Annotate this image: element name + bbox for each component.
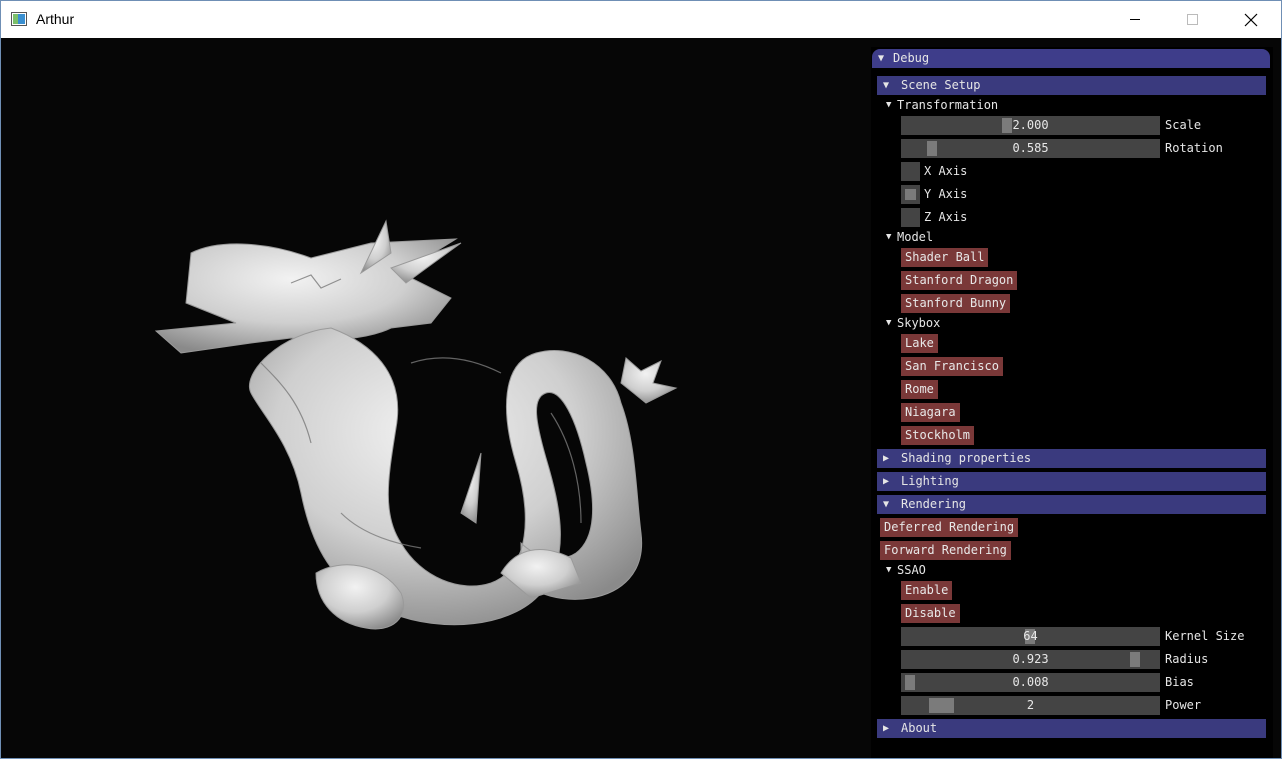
minimize-icon — [1130, 19, 1140, 20]
debug-panel-title[interactable]: ▼ Debug — [872, 49, 1270, 68]
ssao-disable-button[interactable]: Disable — [901, 604, 960, 623]
z-axis-label: Z Axis — [924, 210, 968, 224]
radius-label: Radius — [1165, 652, 1209, 666]
maximize-button[interactable] — [1164, 1, 1222, 38]
bias-value: 0.008 — [1012, 675, 1049, 689]
scene-setup-header[interactable]: ▼ Scene Setup — [877, 76, 1266, 95]
bias-label: Bias — [1165, 675, 1194, 689]
debug-panel: ▼ Debug ▼ Scene Setup ▼ Transformation 2… — [871, 47, 1273, 758]
skybox-label: Skybox — [897, 316, 941, 330]
maximize-icon — [1187, 14, 1198, 25]
stockholm-button[interactable]: Stockholm — [901, 426, 975, 445]
debug-panel-title-label: Debug — [893, 51, 930, 65]
ssao-enable-button[interactable]: Enable — [901, 581, 953, 600]
render-viewport[interactable]: ▼ Debug ▼ Scene Setup ▼ Transformation 2… — [1, 38, 1281, 758]
close-icon — [1244, 13, 1258, 27]
shading-properties-label: Shading properties — [901, 451, 1032, 465]
power-slider[interactable]: 2 — [901, 696, 1160, 715]
x-axis-label: X Axis — [924, 164, 968, 178]
rotation-slider[interactable]: 0.585 — [901, 139, 1160, 158]
y-axis-label: Y Axis — [924, 187, 968, 201]
app-icon — [11, 12, 27, 26]
lake-button[interactable]: Lake — [901, 334, 938, 353]
tree-arrow-icon: ▼ — [886, 565, 892, 575]
scale-value: 2.000 — [1012, 118, 1049, 132]
tree-arrow-icon: ▼ — [886, 100, 892, 110]
rome-button[interactable]: Rome — [901, 380, 938, 399]
about-label: About — [901, 721, 938, 735]
minimize-button[interactable] — [1106, 1, 1164, 38]
x-axis-checkbox[interactable] — [901, 162, 920, 181]
forward-rendering-button[interactable]: Forward Rendering — [880, 541, 1011, 560]
expanded-arrow-icon: ▼ — [883, 80, 890, 91]
transformation-label: Transformation — [897, 98, 999, 112]
kernel-size-value: 64 — [1023, 629, 1038, 643]
san-francisco-button[interactable]: San Francisco — [901, 357, 1003, 376]
kernel-size-slider[interactable]: 64 — [901, 627, 1160, 646]
kernel-size-label: Kernel Size — [1165, 629, 1245, 643]
checkmark-icon — [905, 189, 916, 200]
close-button[interactable] — [1222, 1, 1280, 38]
tree-arrow-icon: ▼ — [886, 318, 892, 328]
scale-slider[interactable]: 2.000 — [901, 116, 1160, 135]
y-axis-checkbox[interactable] — [901, 185, 920, 204]
shader-ball-button[interactable]: Shader Ball — [901, 248, 989, 267]
rendering-header[interactable]: ▼ Rendering — [877, 495, 1266, 514]
power-label: Power — [1165, 698, 1202, 712]
bias-slider[interactable]: 0.008 — [901, 673, 1160, 692]
collapsed-arrow-icon: ▶ — [883, 476, 890, 487]
rotation-label: Rotation — [1165, 141, 1223, 155]
about-header[interactable]: ▶ About — [877, 719, 1266, 738]
collapse-arrow-icon: ▼ — [878, 53, 885, 64]
radius-value: 0.923 — [1012, 652, 1049, 666]
stanford-dragon-button[interactable]: Stanford Dragon — [901, 271, 1018, 290]
expanded-arrow-icon: ▼ — [883, 499, 890, 510]
radius-slider[interactable]: 0.923 — [901, 650, 1160, 669]
shading-properties-header[interactable]: ▶ Shading properties — [877, 449, 1266, 468]
stanford-bunny-button[interactable]: Stanford Bunny — [901, 294, 1011, 313]
rendering-label: Rendering — [901, 497, 967, 511]
lighting-label: Lighting — [901, 474, 959, 488]
collapsed-arrow-icon: ▶ — [883, 723, 890, 734]
title-bar[interactable]: Arthur — [1, 1, 1281, 38]
stanford-dragon-model — [154, 219, 678, 630]
z-axis-checkbox[interactable] — [901, 208, 920, 227]
ssao-label: SSAO — [897, 563, 926, 577]
tree-arrow-icon: ▼ — [886, 232, 892, 242]
app-window: Arthur ▼ Debug ▼ Scene Setup ▼ Transform… — [0, 0, 1282, 759]
collapsed-arrow-icon: ▶ — [883, 453, 890, 464]
window-title: Arthur — [36, 11, 75, 27]
scale-label: Scale — [1165, 118, 1202, 132]
power-value: 2 — [1026, 698, 1035, 712]
niagara-button[interactable]: Niagara — [901, 403, 960, 422]
lighting-header[interactable]: ▶ Lighting — [877, 472, 1266, 491]
deferred-rendering-button[interactable]: Deferred Rendering — [880, 518, 1019, 537]
model-label: Model — [897, 230, 934, 244]
rotation-value: 0.585 — [1012, 141, 1049, 155]
scene-setup-label: Scene Setup — [901, 78, 981, 92]
